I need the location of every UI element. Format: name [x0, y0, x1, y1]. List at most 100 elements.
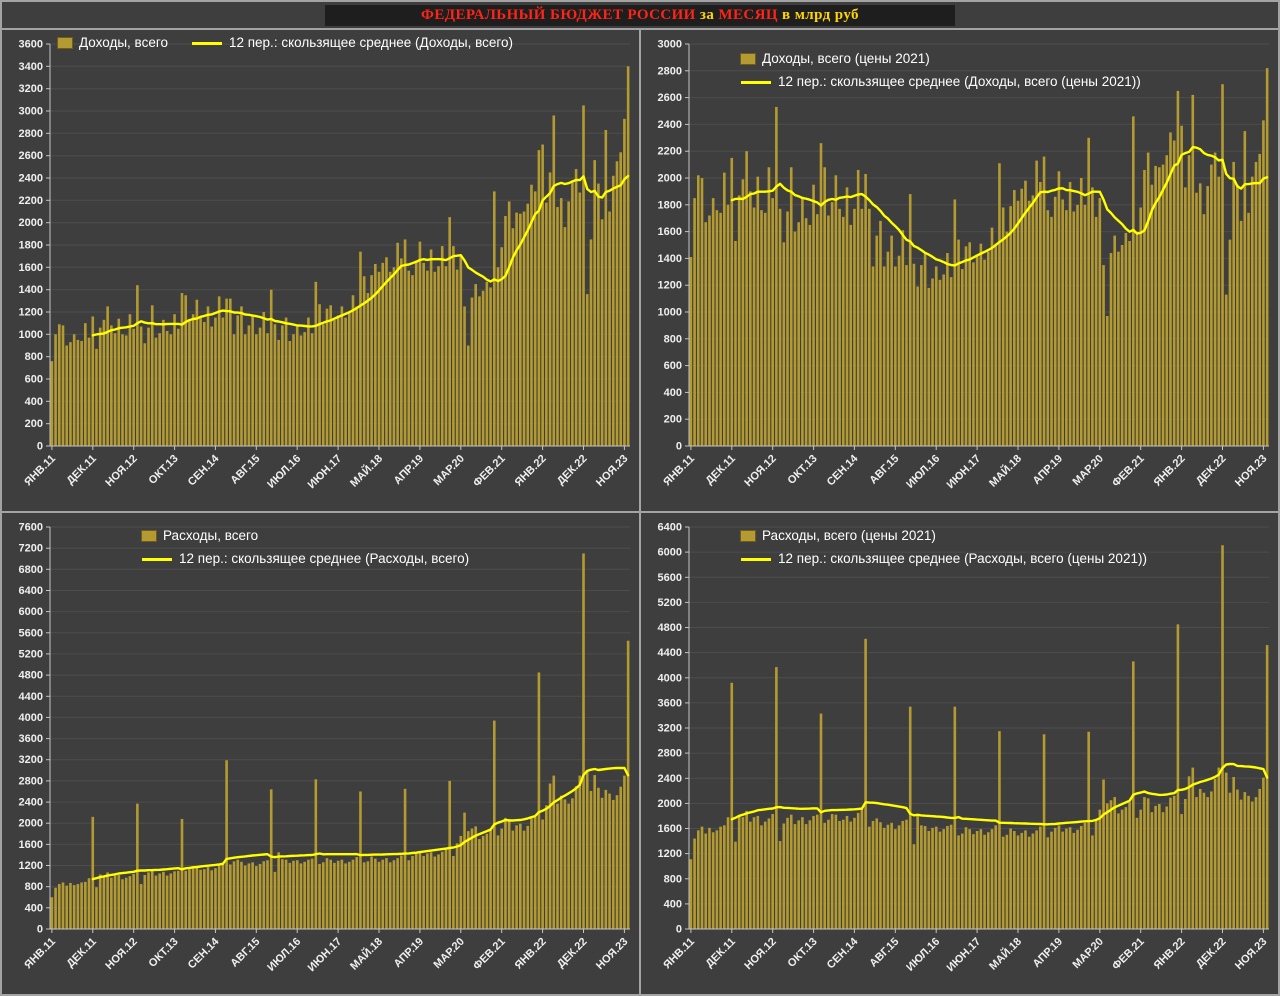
legend-item-bar: Доходы, всего (цены 2021) — [741, 52, 1141, 67]
legend-label: 12 пер.: скользящее среднее (Доходы, все… — [778, 75, 1141, 90]
svg-text:800: 800 — [664, 333, 682, 345]
svg-text:2400: 2400 — [19, 173, 43, 185]
svg-text:НОЯ.23: НОЯ.23 — [1233, 453, 1269, 489]
svg-text:АПР.19: АПР.19 — [1031, 453, 1065, 487]
svg-text:3000: 3000 — [19, 106, 43, 118]
svg-text:3600: 3600 — [19, 733, 43, 745]
svg-text:ИЮЛ.16: ИЮЛ.16 — [265, 936, 303, 974]
chart-canvas-expenditures-real-2021: 0400800120016002000240028003200360040004… — [641, 513, 1278, 994]
svg-text:2400: 2400 — [19, 797, 43, 809]
svg-text:НОЯ.23: НОЯ.23 — [1233, 936, 1269, 972]
svg-text:1000: 1000 — [19, 329, 43, 341]
svg-text:МАР.20: МАР.20 — [1070, 453, 1105, 488]
legend-label: Доходы, всего (цены 2021) — [762, 52, 930, 67]
svg-text:НОЯ.23: НОЯ.23 — [594, 453, 630, 489]
legend-item-line: 12 пер.: скользящее среднее (Расходы, вс… — [741, 552, 1147, 567]
svg-text:6400: 6400 — [658, 522, 682, 534]
svg-text:ОКТ.13: ОКТ.13 — [786, 936, 820, 970]
svg-text:3000: 3000 — [658, 39, 682, 51]
svg-text:НОЯ.12: НОЯ.12 — [742, 453, 778, 489]
svg-text:АВГ.15: АВГ.15 — [228, 453, 262, 487]
legend-item-bar: Расходы, всего (цены 2021) — [741, 529, 1147, 544]
svg-text:1600: 1600 — [19, 839, 43, 851]
svg-text:1600: 1600 — [658, 226, 682, 238]
svg-text:ИЮН.17: ИЮН.17 — [306, 453, 345, 492]
svg-text:4400: 4400 — [658, 647, 682, 659]
legend-label: Расходы, всего — [163, 529, 258, 544]
svg-text:6000: 6000 — [658, 547, 682, 559]
chart-canvas-revenues-real-2021: 0200400600800100012001400160018002000220… — [641, 30, 1278, 511]
svg-text:ДЕК.11: ДЕК.11 — [704, 453, 738, 487]
svg-text:МАЙ.18: МАЙ.18 — [347, 935, 385, 973]
svg-text:АВГ.15: АВГ.15 — [867, 936, 901, 970]
svg-text:ФЕВ.21: ФЕВ.21 — [471, 936, 508, 973]
svg-text:1600: 1600 — [19, 262, 43, 274]
chart-canvas-expenditures-nominal: 0400800120016002000240028003200360040004… — [2, 513, 639, 994]
chart-legend: Расходы, всего 12 пер.: скользящее средне… — [142, 529, 469, 567]
svg-text:МАР.20: МАР.20 — [431, 453, 466, 488]
chart-canvas-revenues-nominal: 0200400600800100012001400160018002000220… — [2, 30, 639, 511]
svg-text:0: 0 — [37, 924, 43, 936]
svg-text:5200: 5200 — [19, 648, 43, 660]
legend-label: Доходы, всего — [79, 36, 168, 51]
legend-item-line: 12 пер.: скользящее среднее (Расходы, вс… — [142, 552, 469, 567]
svg-text:1200: 1200 — [658, 280, 682, 292]
svg-text:СЕН.14: СЕН.14 — [825, 452, 861, 488]
svg-text:СЕН.14: СЕН.14 — [825, 935, 861, 971]
svg-text:7600: 7600 — [19, 522, 43, 534]
svg-text:800: 800 — [25, 351, 43, 363]
svg-text:1400: 1400 — [658, 253, 682, 265]
title-part: за — [696, 7, 719, 23]
svg-text:1200: 1200 — [19, 307, 43, 319]
svg-text:АВГ.15: АВГ.15 — [867, 453, 901, 487]
svg-text:МАЙ.18: МАЙ.18 — [986, 452, 1024, 490]
svg-text:6400: 6400 — [19, 585, 43, 597]
svg-text:400: 400 — [664, 898, 682, 910]
svg-text:2800: 2800 — [19, 128, 43, 140]
svg-text:ЯНВ.11: ЯНВ.11 — [22, 453, 58, 489]
svg-text:0: 0 — [676, 441, 682, 453]
svg-text:ИЮН.17: ИЮН.17 — [945, 936, 984, 975]
svg-text:3200: 3200 — [658, 723, 682, 735]
svg-text:ИЮН.17: ИЮН.17 — [945, 453, 984, 492]
svg-text:5600: 5600 — [658, 572, 682, 584]
svg-text:ДЕК.11: ДЕК.11 — [65, 453, 99, 487]
svg-text:2200: 2200 — [19, 195, 43, 207]
svg-text:1000: 1000 — [658, 307, 682, 319]
svg-text:АПР.19: АПР.19 — [392, 936, 426, 970]
svg-text:4000: 4000 — [19, 712, 43, 724]
svg-text:0: 0 — [676, 924, 682, 936]
svg-text:1200: 1200 — [658, 848, 682, 860]
svg-text:АПР.19: АПР.19 — [392, 453, 426, 487]
svg-text:600: 600 — [664, 360, 682, 372]
svg-text:2200: 2200 — [658, 146, 682, 158]
svg-text:ДЕК.22: ДЕК.22 — [555, 936, 590, 971]
legend-item-line: 12 пер.: скользящее среднее (Доходы, все… — [192, 36, 513, 51]
svg-text:6800: 6800 — [19, 564, 43, 576]
svg-text:2800: 2800 — [658, 65, 682, 77]
svg-text:ОКТ.13: ОКТ.13 — [786, 453, 820, 487]
svg-text:ЯНВ.11: ЯНВ.11 — [661, 453, 697, 489]
svg-text:2600: 2600 — [19, 150, 43, 162]
svg-text:1800: 1800 — [658, 199, 682, 211]
line-swatch-icon — [142, 558, 172, 561]
svg-text:ФЕВ.21: ФЕВ.21 — [1110, 936, 1147, 973]
svg-text:7200: 7200 — [19, 543, 43, 555]
legend-item-bar: Расходы, всего — [142, 529, 469, 544]
bar-swatch-icon — [741, 531, 755, 541]
svg-text:ЯНВ.22: ЯНВ.22 — [513, 453, 549, 489]
svg-text:СЕН.14: СЕН.14 — [186, 452, 222, 488]
svg-text:2800: 2800 — [658, 748, 682, 760]
title-part: МЕСЯЦ — [718, 7, 778, 23]
bar-swatch-icon — [142, 531, 156, 541]
svg-text:ДЕК.22: ДЕК.22 — [1194, 936, 1229, 971]
svg-text:4000: 4000 — [658, 672, 682, 684]
svg-text:2600: 2600 — [658, 92, 682, 104]
svg-text:400: 400 — [25, 902, 43, 914]
svg-text:ИЮЛ.16: ИЮЛ.16 — [904, 936, 942, 974]
svg-text:АПР.19: АПР.19 — [1031, 936, 1065, 970]
svg-text:3200: 3200 — [19, 83, 43, 95]
svg-text:НОЯ.12: НОЯ.12 — [103, 936, 139, 972]
svg-text:МАР.20: МАР.20 — [1070, 936, 1105, 971]
legend-label: 12 пер.: скользящее среднее (Расходы, вс… — [778, 552, 1147, 567]
